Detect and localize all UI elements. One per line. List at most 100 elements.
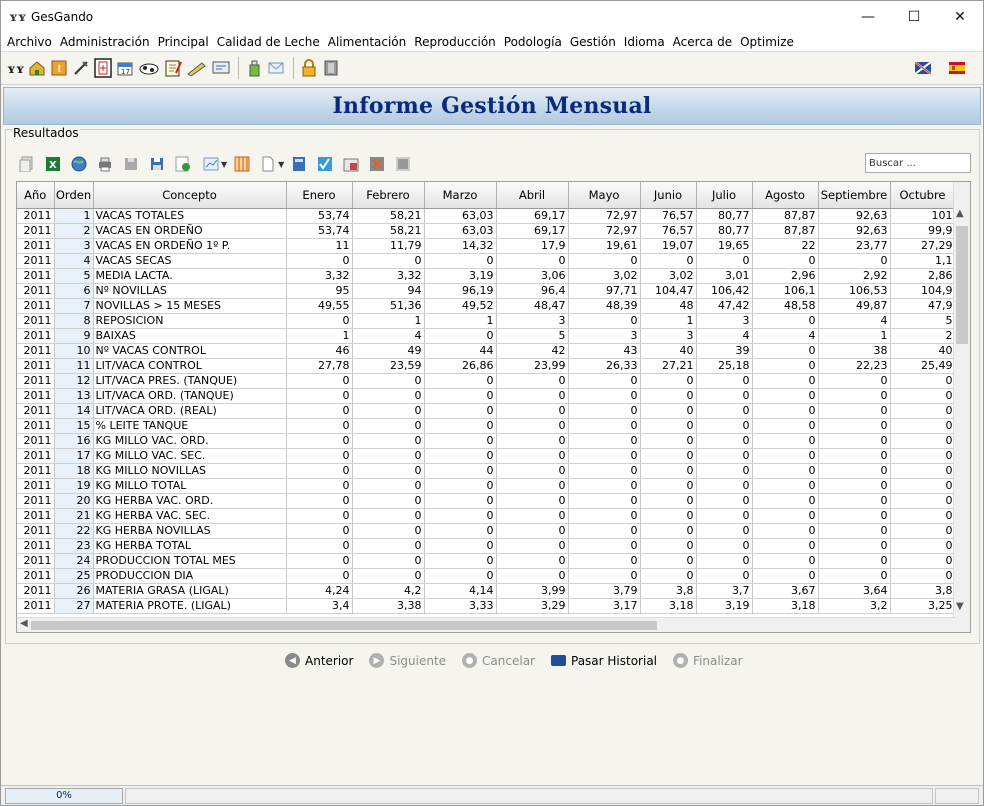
table-cell[interactable]: LIT/VACA PRES. (TANQUE) [93,373,287,389]
table-cell[interactable]: 0 [818,568,891,584]
table-cell[interactable]: 0 [640,523,697,539]
table-cell[interactable]: 0 [818,493,891,509]
alert-icon[interactable]: ! [49,58,69,78]
table-cell[interactable]: 4,2 [352,583,425,599]
table-cell[interactable]: 0 [818,253,891,269]
table-cell[interactable]: 0 [424,418,497,434]
close-button[interactable]: ✕ [937,1,983,32]
menu-idioma[interactable]: Idioma [620,35,669,49]
table-cell[interactable]: 8 [54,313,94,329]
table-cell[interactable]: 2011 [17,583,55,599]
table-cell[interactable]: 0 [890,553,956,569]
table-cell[interactable]: 1 [286,328,353,344]
table-cell[interactable]: 25 [54,568,94,584]
table-cell[interactable]: 21 [54,508,94,524]
table-cell[interactable]: 22 [752,238,819,254]
table-cell[interactable]: 22,23 [818,358,891,374]
table-cell[interactable]: KG MILLO TOTAL [93,478,287,494]
table-row[interactable]: 2011 18 KG MILLO NOVILLAS 0 0 0 0 0 0 0 0 0 0 [17,463,956,479]
table-cell[interactable]: 0 [890,538,956,554]
table-cell[interactable]: 0 [352,433,425,449]
table-cell[interactable]: 0 [496,418,569,434]
table-cell[interactable]: 0 [352,553,425,569]
table-cell[interactable]: 3,7 [696,583,753,599]
table-cell[interactable]: 0 [424,508,497,524]
table-cell[interactable]: 46 [286,343,353,359]
table-cell[interactable]: 2 [54,223,94,239]
table-cell[interactable]: 3 [568,328,641,344]
table-cell[interactable]: 0 [286,553,353,569]
table-cell[interactable]: 0 [696,538,753,554]
table-row[interactable]: 2011 23 KG HERBA TOTAL 0 0 0 0 0 0 0 0 0 0 [17,538,956,554]
column-header-febrero[interactable]: Febrero [352,182,425,209]
table-cell[interactable]: 5 [496,328,569,344]
table-cell[interactable]: 2011 [17,523,55,539]
table-cell[interactable]: 0 [890,403,956,419]
table-cell[interactable]: 0 [752,418,819,434]
notepad-icon[interactable] [163,58,183,78]
table-cell[interactable]: LIT/VACA ORD. (TANQUE) [93,388,287,404]
table-cell[interactable]: 0 [496,568,569,584]
menu-acerca-de[interactable]: Acerca de [669,35,736,49]
table-cell[interactable]: 0 [640,478,697,494]
table-cell[interactable]: 0 [352,568,425,584]
table-cell[interactable]: 96,4 [496,283,569,299]
table-cell[interactable]: 0 [696,388,753,404]
anterior-button[interactable]: ◀ Anterior [285,653,353,668]
table-cell[interactable]: 1,1 [890,253,956,269]
table-cell[interactable]: 0 [286,253,353,269]
dropdown-arrow-icon[interactable]: ▼ [221,160,227,169]
table-cell[interactable]: 0 [568,448,641,464]
table-cell[interactable]: 40 [890,343,956,359]
table-cell[interactable]: 2011 [17,478,55,494]
table-cell[interactable]: 0 [496,493,569,509]
table-cell[interactable]: 49,55 [286,298,353,314]
table-cell[interactable]: 19 [54,478,94,494]
calendar-icon[interactable]: 17 [115,58,135,78]
table-cell[interactable]: 14,32 [424,238,497,254]
table-cell[interactable]: 0 [352,403,425,419]
table-cell[interactable]: 0 [752,493,819,509]
table-row[interactable]: 2011 17 KG MILLO VAC. SEC. 0 0 0 0 0 0 0 0 0 0 [17,448,956,464]
table-cell[interactable]: KG HERBA NOVILLAS [93,523,287,539]
globe-icon[interactable] [70,155,88,173]
table-row[interactable]: 2011 12 LIT/VACA PRES. (TANQUE) 0 0 0 0 0 0 0 0 0 0 [17,373,956,389]
table-cell[interactable]: 24 [54,553,94,569]
pasar-historial-button[interactable]: Pasar Historial [551,654,657,668]
table-cell[interactable]: 0 [496,553,569,569]
table-cell[interactable]: 3,01 [696,268,753,284]
table-cell[interactable]: 0 [696,403,753,419]
cow-logo-icon[interactable]: ʏʏ [5,58,25,78]
columns-icon[interactable] [233,155,251,173]
table-cell[interactable]: 0 [424,568,497,584]
table-row[interactable]: 2011 13 LIT/VACA ORD. (TANQUE) 0 0 0 0 0 0 0 0 0 0 [17,388,956,404]
table-cell[interactable]: 0 [640,373,697,389]
table-cell[interactable]: BAIXAS [93,328,287,344]
table-cell[interactable]: 0 [424,403,497,419]
column-header-octubre[interactable]: Octubre [890,182,956,209]
table-cell[interactable]: 4 [752,328,819,344]
table-cell[interactable]: 0 [640,553,697,569]
copy-icon[interactable] [18,155,36,173]
page-icon[interactable] [259,155,277,173]
table-row[interactable]: 2011 16 KG MILLO VAC. ORD. 0 0 0 0 0 0 0 0 0 0 [17,433,956,449]
table-cell[interactable]: 0 [890,493,956,509]
table-cell[interactable]: 0 [890,388,956,404]
table-cell[interactable]: 80,77 [696,208,753,224]
table-cell[interactable]: 2011 [17,223,55,239]
table-cell[interactable]: 3,19 [424,268,497,284]
table-cell[interactable]: LIT/VACA ORD. (REAL) [93,403,287,419]
table-cell[interactable]: 0 [424,373,497,389]
dropdown-arrow-icon[interactable]: ▼ [278,160,284,169]
horizontal-scrollbar[interactable]: ◀ [17,617,955,632]
table-cell[interactable]: 2011 [17,373,55,389]
table-cell[interactable]: 48,58 [752,298,819,314]
table-cell[interactable]: 0 [424,523,497,539]
table-cell[interactable]: 0 [568,463,641,479]
table-row[interactable]: 2011 3 VACAS EN ORDEÑO 1º P. 11 11,79 14,32 17… [17,238,956,254]
table-cell[interactable]: 0 [352,493,425,509]
table-cell[interactable]: 18 [54,463,94,479]
table-cell[interactable]: 0 [640,568,697,584]
table-cell[interactable]: 19,07 [640,238,697,254]
pen-edit-icon[interactable] [185,58,209,78]
